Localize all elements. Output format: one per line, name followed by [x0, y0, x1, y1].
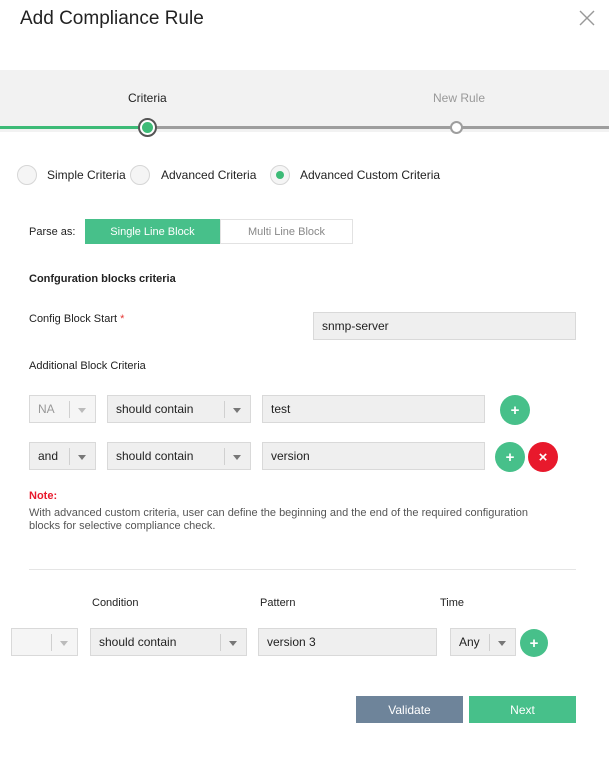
- operator-select[interactable]: and: [29, 442, 96, 470]
- note-text: With advanced custom criteria, user can …: [29, 507, 528, 532]
- chevron-down-icon: [78, 455, 86, 460]
- chevron-down-icon: [60, 641, 68, 646]
- additional-block-criteria-label: Additional Block Criteria: [29, 360, 146, 372]
- step-criteria-label: Criteria: [128, 91, 167, 105]
- config-block-start-text: Config Block Start: [29, 313, 118, 325]
- step-new-rule-label: New Rule: [433, 91, 486, 105]
- chevron-down-icon: [233, 408, 241, 413]
- rule-pattern-input[interactable]: version 3: [258, 628, 437, 656]
- parse-as-label: Parse as:: [29, 226, 76, 238]
- section-divider: [29, 569, 576, 570]
- add-row-button[interactable]: +: [495, 442, 525, 472]
- block-criteria-value-input[interactable]: version: [262, 442, 485, 470]
- operator-select: NA: [29, 395, 96, 423]
- rule-time-value: Any: [459, 635, 480, 649]
- add-rule-row-button[interactable]: +: [520, 629, 548, 657]
- rule-operator-select: [11, 628, 78, 656]
- step-new-rule-marker: [450, 121, 463, 134]
- condition-select[interactable]: should contain: [107, 395, 251, 423]
- config-block-start-label: Config Block Start *: [29, 313, 124, 325]
- step-criteria-marker: [138, 118, 157, 137]
- single-line-block-toggle[interactable]: Single Line Block: [85, 219, 220, 244]
- rule-time-select[interactable]: Any: [450, 628, 516, 656]
- operator-select-value: and: [38, 449, 59, 463]
- advanced-custom-criteria-label: Advanced Custom Criteria: [300, 168, 441, 182]
- pattern-column-header: Pattern: [260, 597, 296, 609]
- stepper-remaining-track: [148, 126, 609, 129]
- chevron-down-icon: [229, 641, 237, 646]
- add-row-button[interactable]: +: [500, 395, 530, 425]
- condition-select-value: should contain: [116, 449, 194, 463]
- multi-line-block-toggle[interactable]: Multi Line Block: [220, 219, 353, 244]
- note-title: Note:: [29, 490, 58, 502]
- chevron-down-icon: [498, 641, 506, 646]
- rule-condition-value: should contain: [99, 635, 177, 649]
- dialog-title: Add Compliance Rule: [20, 8, 204, 29]
- condition-select[interactable]: should contain: [107, 442, 251, 470]
- advanced-custom-criteria-radio[interactable]: [270, 165, 290, 185]
- required-asterisk: *: [120, 313, 125, 325]
- validate-button[interactable]: Validate: [356, 696, 463, 723]
- stepper-progress-track: [0, 126, 148, 129]
- close-icon[interactable]: [577, 8, 597, 28]
- rule-condition-select[interactable]: should contain: [90, 628, 247, 656]
- condition-column-header: Condition: [92, 597, 139, 609]
- stepper: [0, 70, 609, 132]
- time-column-header: Time: [440, 597, 465, 609]
- chevron-down-icon: [233, 455, 241, 460]
- advanced-criteria-radio[interactable]: [130, 165, 150, 185]
- config-blocks-heading: Confguration blocks criteria: [29, 273, 176, 285]
- operator-select-value: NA: [38, 402, 55, 416]
- simple-criteria-label: Simple Criteria: [47, 168, 126, 182]
- condition-select-value: should contain: [116, 402, 194, 416]
- block-criteria-value-input[interactable]: test: [262, 395, 485, 423]
- config-block-start-input[interactable]: snmp-server: [313, 312, 576, 340]
- simple-criteria-radio[interactable]: [17, 165, 37, 185]
- remove-row-button[interactable]: ×: [528, 442, 558, 472]
- chevron-down-icon: [78, 408, 86, 413]
- advanced-criteria-label: Advanced Criteria: [161, 168, 257, 182]
- next-button[interactable]: Next: [469, 696, 576, 723]
